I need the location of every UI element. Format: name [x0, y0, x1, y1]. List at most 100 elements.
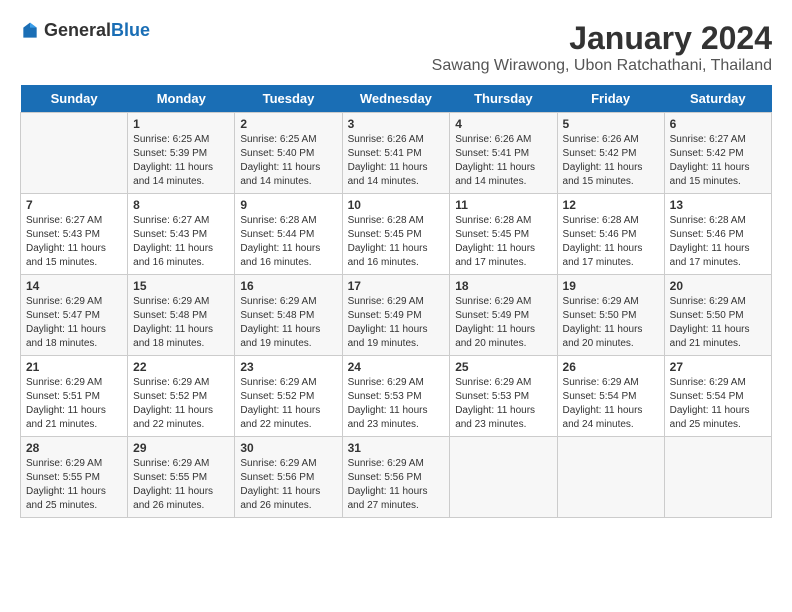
week-row-1: 1 Sunrise: 6:25 AM Sunset: 5:39 PM Daylig…	[21, 113, 772, 194]
calendar-cell: 26Sunrise: 6:29 AM Sunset: 5:54 PM Dayli…	[557, 356, 664, 437]
calendar-cell: 18 Sunrise: 6:29 AM Sunset: 5:49 PM Dayli…	[450, 275, 557, 356]
cell-info: Sunrise: 6:29 AM Sunset: 5:55 PM Dayligh…	[133, 457, 229, 513]
date-number: 28	[26, 441, 122, 455]
calendar-header-row: SundayMondayTuesdayWednesdayThursdayFrid…	[21, 85, 772, 113]
day-header-thursday: Thursday	[450, 85, 557, 113]
cell-info: Sunrise: 6:29 AM Sunset: 5:50 PM Dayligh…	[670, 295, 766, 351]
date-number: 23	[240, 360, 336, 374]
calendar-cell: 23 Sunrise: 6:29 AM Sunset: 5:52 PM Dayli…	[235, 356, 342, 437]
calendar-cell: 19 Sunrise: 6:29 AM Sunset: 5:50 PM Dayli…	[557, 275, 664, 356]
date-number: 30	[240, 441, 336, 455]
date-number: 25	[455, 360, 551, 374]
week-row-4: 21 Sunrise: 6:29 AM Sunset: 5:51 PM Dayli…	[21, 356, 772, 437]
date-number: 26	[563, 360, 659, 374]
day-header-wednesday: Wednesday	[342, 85, 450, 113]
calendar-cell: 3 Sunrise: 6:26 AM Sunset: 5:41 PM Daylig…	[342, 113, 450, 194]
calendar-cell: 29 Sunrise: 6:29 AM Sunset: 5:55 PM Dayli…	[128, 437, 235, 518]
logo-text-general: General	[44, 20, 111, 40]
date-number: 22	[133, 360, 229, 374]
calendar-cell: 1 Sunrise: 6:25 AM Sunset: 5:39 PM Daylig…	[128, 113, 235, 194]
calendar-cell: 14 Sunrise: 6:29 AM Sunset: 5:47 PM Dayli…	[21, 275, 128, 356]
cell-info: Sunrise: 6:29 AM Sunset: 5:53 PM Dayligh…	[455, 376, 551, 432]
day-header-friday: Friday	[557, 85, 664, 113]
calendar-cell: 20 Sunrise: 6:29 AM Sunset: 5:50 PM Dayli…	[664, 275, 771, 356]
calendar-cell: 28Sunrise: 6:29 AM Sunset: 5:55 PM Dayli…	[21, 437, 128, 518]
calendar-cell: 16 Sunrise: 6:29 AM Sunset: 5:48 PM Dayli…	[235, 275, 342, 356]
date-number: 12	[563, 198, 659, 212]
date-number: 7	[26, 198, 122, 212]
calendar-cell: 10 Sunrise: 6:28 AM Sunset: 5:45 PM Dayli…	[342, 194, 450, 275]
day-header-tuesday: Tuesday	[235, 85, 342, 113]
date-number: 24	[348, 360, 445, 374]
cell-info: Sunrise: 6:29 AM Sunset: 5:48 PM Dayligh…	[133, 295, 229, 351]
cell-info: Sunrise: 6:29 AM Sunset: 5:53 PM Dayligh…	[348, 376, 445, 432]
date-number: 10	[348, 198, 445, 212]
calendar-cell: 13Sunrise: 6:28 AM Sunset: 5:46 PM Dayli…	[664, 194, 771, 275]
date-number: 6	[670, 117, 766, 131]
date-number: 20	[670, 279, 766, 293]
cell-info: Sunrise: 6:28 AM Sunset: 5:46 PM Dayligh…	[563, 214, 659, 270]
date-number: 29	[133, 441, 229, 455]
date-number: 4	[455, 117, 551, 131]
calendar-cell: 22 Sunrise: 6:29 AM Sunset: 5:52 PM Dayli…	[128, 356, 235, 437]
week-row-2: 7 Sunrise: 6:27 AM Sunset: 5:43 PM Daylig…	[21, 194, 772, 275]
day-header-monday: Monday	[128, 85, 235, 113]
cell-info: Sunrise: 6:27 AM Sunset: 5:43 PM Dayligh…	[133, 214, 229, 270]
cell-info: Sunrise: 6:29 AM Sunset: 5:49 PM Dayligh…	[455, 295, 551, 351]
cell-info: Sunrise: 6:29 AM Sunset: 5:52 PM Dayligh…	[240, 376, 336, 432]
calendar-cell: 8 Sunrise: 6:27 AM Sunset: 5:43 PM Daylig…	[128, 194, 235, 275]
logo-icon	[20, 21, 40, 41]
date-number: 21	[26, 360, 122, 374]
week-row-3: 14 Sunrise: 6:29 AM Sunset: 5:47 PM Dayli…	[21, 275, 772, 356]
cell-info: Sunrise: 6:29 AM Sunset: 5:56 PM Dayligh…	[348, 457, 445, 513]
calendar-cell: 7 Sunrise: 6:27 AM Sunset: 5:43 PM Daylig…	[21, 194, 128, 275]
cell-info: Sunrise: 6:29 AM Sunset: 5:47 PM Dayligh…	[26, 295, 122, 351]
cell-info: Sunrise: 6:26 AM Sunset: 5:42 PM Dayligh…	[563, 133, 659, 189]
date-number: 16	[240, 279, 336, 293]
calendar-cell	[21, 113, 128, 194]
date-number: 15	[133, 279, 229, 293]
date-number: 18	[455, 279, 551, 293]
date-number: 9	[240, 198, 336, 212]
calendar-cell: 15 Sunrise: 6:29 AM Sunset: 5:48 PM Dayli…	[128, 275, 235, 356]
date-number: 19	[563, 279, 659, 293]
calendar-cell	[557, 437, 664, 518]
cell-info: Sunrise: 6:26 AM Sunset: 5:41 PM Dayligh…	[455, 133, 551, 189]
cell-info: Sunrise: 6:29 AM Sunset: 5:48 PM Dayligh…	[240, 295, 336, 351]
calendar-cell: 12 Sunrise: 6:28 AM Sunset: 5:46 PM Dayli…	[557, 194, 664, 275]
cell-info: Sunrise: 6:29 AM Sunset: 5:50 PM Dayligh…	[563, 295, 659, 351]
cell-info: Sunrise: 6:29 AM Sunset: 5:56 PM Dayligh…	[240, 457, 336, 513]
logo-text-blue: Blue	[111, 20, 150, 40]
cell-info: Sunrise: 6:28 AM Sunset: 5:46 PM Dayligh…	[670, 214, 766, 270]
date-number: 11	[455, 198, 551, 212]
week-row-5: 28 Sunrise: 6:29 AM Sunset: 5:55 PM Dayli…	[21, 437, 772, 518]
calendar-cell: 5 Sunrise: 6:26 AM Sunset: 5:42 PM Daylig…	[557, 113, 664, 194]
calendar-body: 1 Sunrise: 6:25 AM Sunset: 5:39 PM Daylig…	[21, 113, 772, 518]
cell-info: Sunrise: 6:28 AM Sunset: 5:45 PM Dayligh…	[348, 214, 445, 270]
calendar-cell: 4 Sunrise: 6:26 AM Sunset: 5:41 PM Daylig…	[450, 113, 557, 194]
calendar-cell: 11Sunrise: 6:28 AM Sunset: 5:45 PM Dayli…	[450, 194, 557, 275]
calendar-cell: 24 Sunrise: 6:29 AM Sunset: 5:53 PM Dayli…	[342, 356, 450, 437]
date-number: 2	[240, 117, 336, 131]
calendar-cell: 17Sunrise: 6:29 AM Sunset: 5:49 PM Dayli…	[342, 275, 450, 356]
calendar-cell: 21 Sunrise: 6:29 AM Sunset: 5:51 PM Dayli…	[21, 356, 128, 437]
date-number: 14	[26, 279, 122, 293]
date-number: 3	[348, 117, 445, 131]
subtitle: Sawang Wirawong, Ubon Ratchathani, Thail…	[432, 57, 772, 75]
date-number: 1	[133, 117, 229, 131]
calendar-table: SundayMondayTuesdayWednesdayThursdayFrid…	[20, 85, 772, 518]
date-number: 8	[133, 198, 229, 212]
date-number: 5	[563, 117, 659, 131]
calendar-cell: 31Sunrise: 6:29 AM Sunset: 5:56 PM Dayli…	[342, 437, 450, 518]
cell-info: Sunrise: 6:25 AM Sunset: 5:39 PM Dayligh…	[133, 133, 229, 189]
day-header-saturday: Saturday	[664, 85, 771, 113]
cell-info: Sunrise: 6:27 AM Sunset: 5:43 PM Dayligh…	[26, 214, 122, 270]
title-area: January 2024 Sawang Wirawong, Ubon Ratch…	[432, 20, 772, 75]
calendar-cell: 9Sunrise: 6:28 AM Sunset: 5:44 PM Daylig…	[235, 194, 342, 275]
date-number: 27	[670, 360, 766, 374]
cell-info: Sunrise: 6:27 AM Sunset: 5:42 PM Dayligh…	[670, 133, 766, 189]
cell-info: Sunrise: 6:26 AM Sunset: 5:41 PM Dayligh…	[348, 133, 445, 189]
cell-info: Sunrise: 6:29 AM Sunset: 5:52 PM Dayligh…	[133, 376, 229, 432]
cell-info: Sunrise: 6:29 AM Sunset: 5:51 PM Dayligh…	[26, 376, 122, 432]
date-number: 17	[348, 279, 445, 293]
